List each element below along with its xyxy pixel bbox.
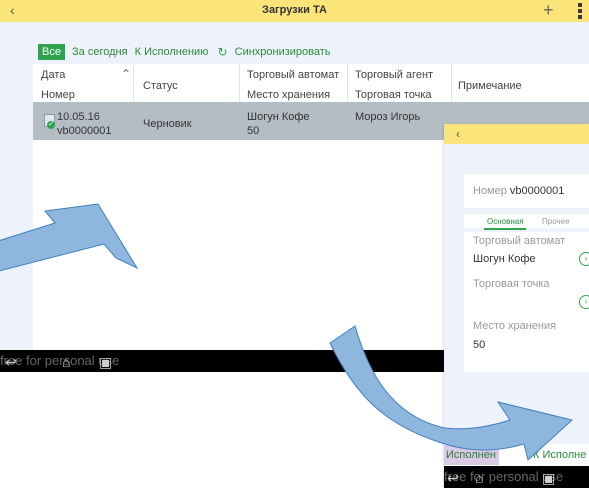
sync-icon[interactable]: ↻: [218, 45, 228, 59]
column-header-storage[interactable]: Место хранения: [247, 89, 330, 101]
filter-to-execute-button[interactable]: К Исполнению: [135, 46, 209, 58]
point-label: Торговая точка: [473, 278, 550, 290]
column-divider: [239, 64, 240, 102]
active-tab-indicator: [484, 228, 526, 230]
vending-machine-label: Торговый автомат: [473, 235, 566, 247]
column-header-date[interactable]: Дата: [41, 69, 65, 81]
cell-status: Черновик: [143, 118, 192, 130]
column-header-number[interactable]: Номер: [41, 89, 75, 101]
check-icon: ✓: [47, 121, 55, 129]
back-nav-icon[interactable]: ↩: [5, 354, 17, 371]
filter-all-button[interactable]: Все: [38, 44, 65, 60]
column-divider: [451, 64, 452, 102]
number-label: Номер: [473, 185, 507, 197]
column-divider: [347, 64, 348, 102]
page-title: Загрузки ТА: [262, 4, 327, 16]
select-arrow-icon[interactable]: ›: [579, 295, 589, 309]
cell-storage: 50: [247, 125, 260, 137]
cell-agent: Мороз Игорь: [355, 111, 421, 123]
sort-up-icon[interactable]: ⌃: [121, 67, 131, 81]
tab-other[interactable]: Прочее: [542, 217, 570, 226]
column-header-agent[interactable]: Торговый агент: [355, 69, 433, 81]
sync-button[interactable]: Синхронизировать: [235, 46, 331, 58]
kebab-menu-icon[interactable]: [578, 3, 582, 21]
column-header-note[interactable]: Примечание: [458, 80, 522, 92]
column-divider: [133, 64, 134, 102]
back-nav-icon[interactable]: ↩: [447, 470, 459, 487]
storage-label: Место хранения: [473, 320, 557, 332]
phone-actions: Исполнен К Исполне: [444, 444, 589, 466]
system-nav-bar: free for personal use ↩ ⌂ ▣: [444, 466, 589, 488]
document-number: Номер vb0000001: [473, 185, 564, 197]
chevron-left-icon[interactable]: ‹: [456, 127, 460, 141]
to-execute-button[interactable]: К Исполне: [533, 445, 586, 465]
document-number-card: Номер vb0000001: [464, 174, 589, 208]
cell-number: vb0000001: [57, 125, 112, 137]
phone-tabs: Основная Прочее: [464, 214, 589, 230]
recent-apps-icon[interactable]: ▣: [542, 470, 555, 487]
app-header: ‹ Загрузки ТА +: [0, 0, 589, 22]
filter-bar: Все За сегодня К Исполнению ↻ Синхронизи…: [38, 44, 331, 62]
document-form: Торговый автомат Шогун Кофе › Торговая т…: [464, 232, 589, 372]
column-header-vending-machine[interactable]: Торговый автомат: [247, 69, 339, 81]
recent-apps-icon[interactable]: ▣: [99, 354, 112, 371]
phone-body: Номер vb0000001 Основная Прочее Торговый…: [444, 144, 589, 444]
storage-value[interactable]: 50: [473, 339, 485, 351]
home-nav-icon[interactable]: ⌂: [62, 354, 70, 370]
executed-button[interactable]: Исполнен: [444, 445, 499, 465]
phone-screen: ‹ Номер vb0000001 Основная Прочее Торгов…: [444, 124, 589, 488]
column-header-status[interactable]: Статус: [143, 80, 178, 92]
home-nav-icon[interactable]: ⌂: [475, 470, 483, 486]
cell-date: 10.05.16: [57, 111, 100, 123]
select-arrow-icon[interactable]: ›: [579, 252, 589, 266]
filter-today-button[interactable]: За сегодня: [72, 46, 128, 58]
vending-machine-value[interactable]: Шогун Кофе: [473, 253, 536, 265]
phone-header: ‹: [444, 124, 589, 144]
tab-main[interactable]: Основная: [487, 217, 524, 226]
cell-vending-machine: Шогун Кофе: [247, 111, 310, 123]
number-value: vb0000001: [509, 185, 565, 197]
column-header-point[interactable]: Торговая точка: [355, 89, 432, 101]
plus-icon[interactable]: +: [543, 0, 554, 21]
